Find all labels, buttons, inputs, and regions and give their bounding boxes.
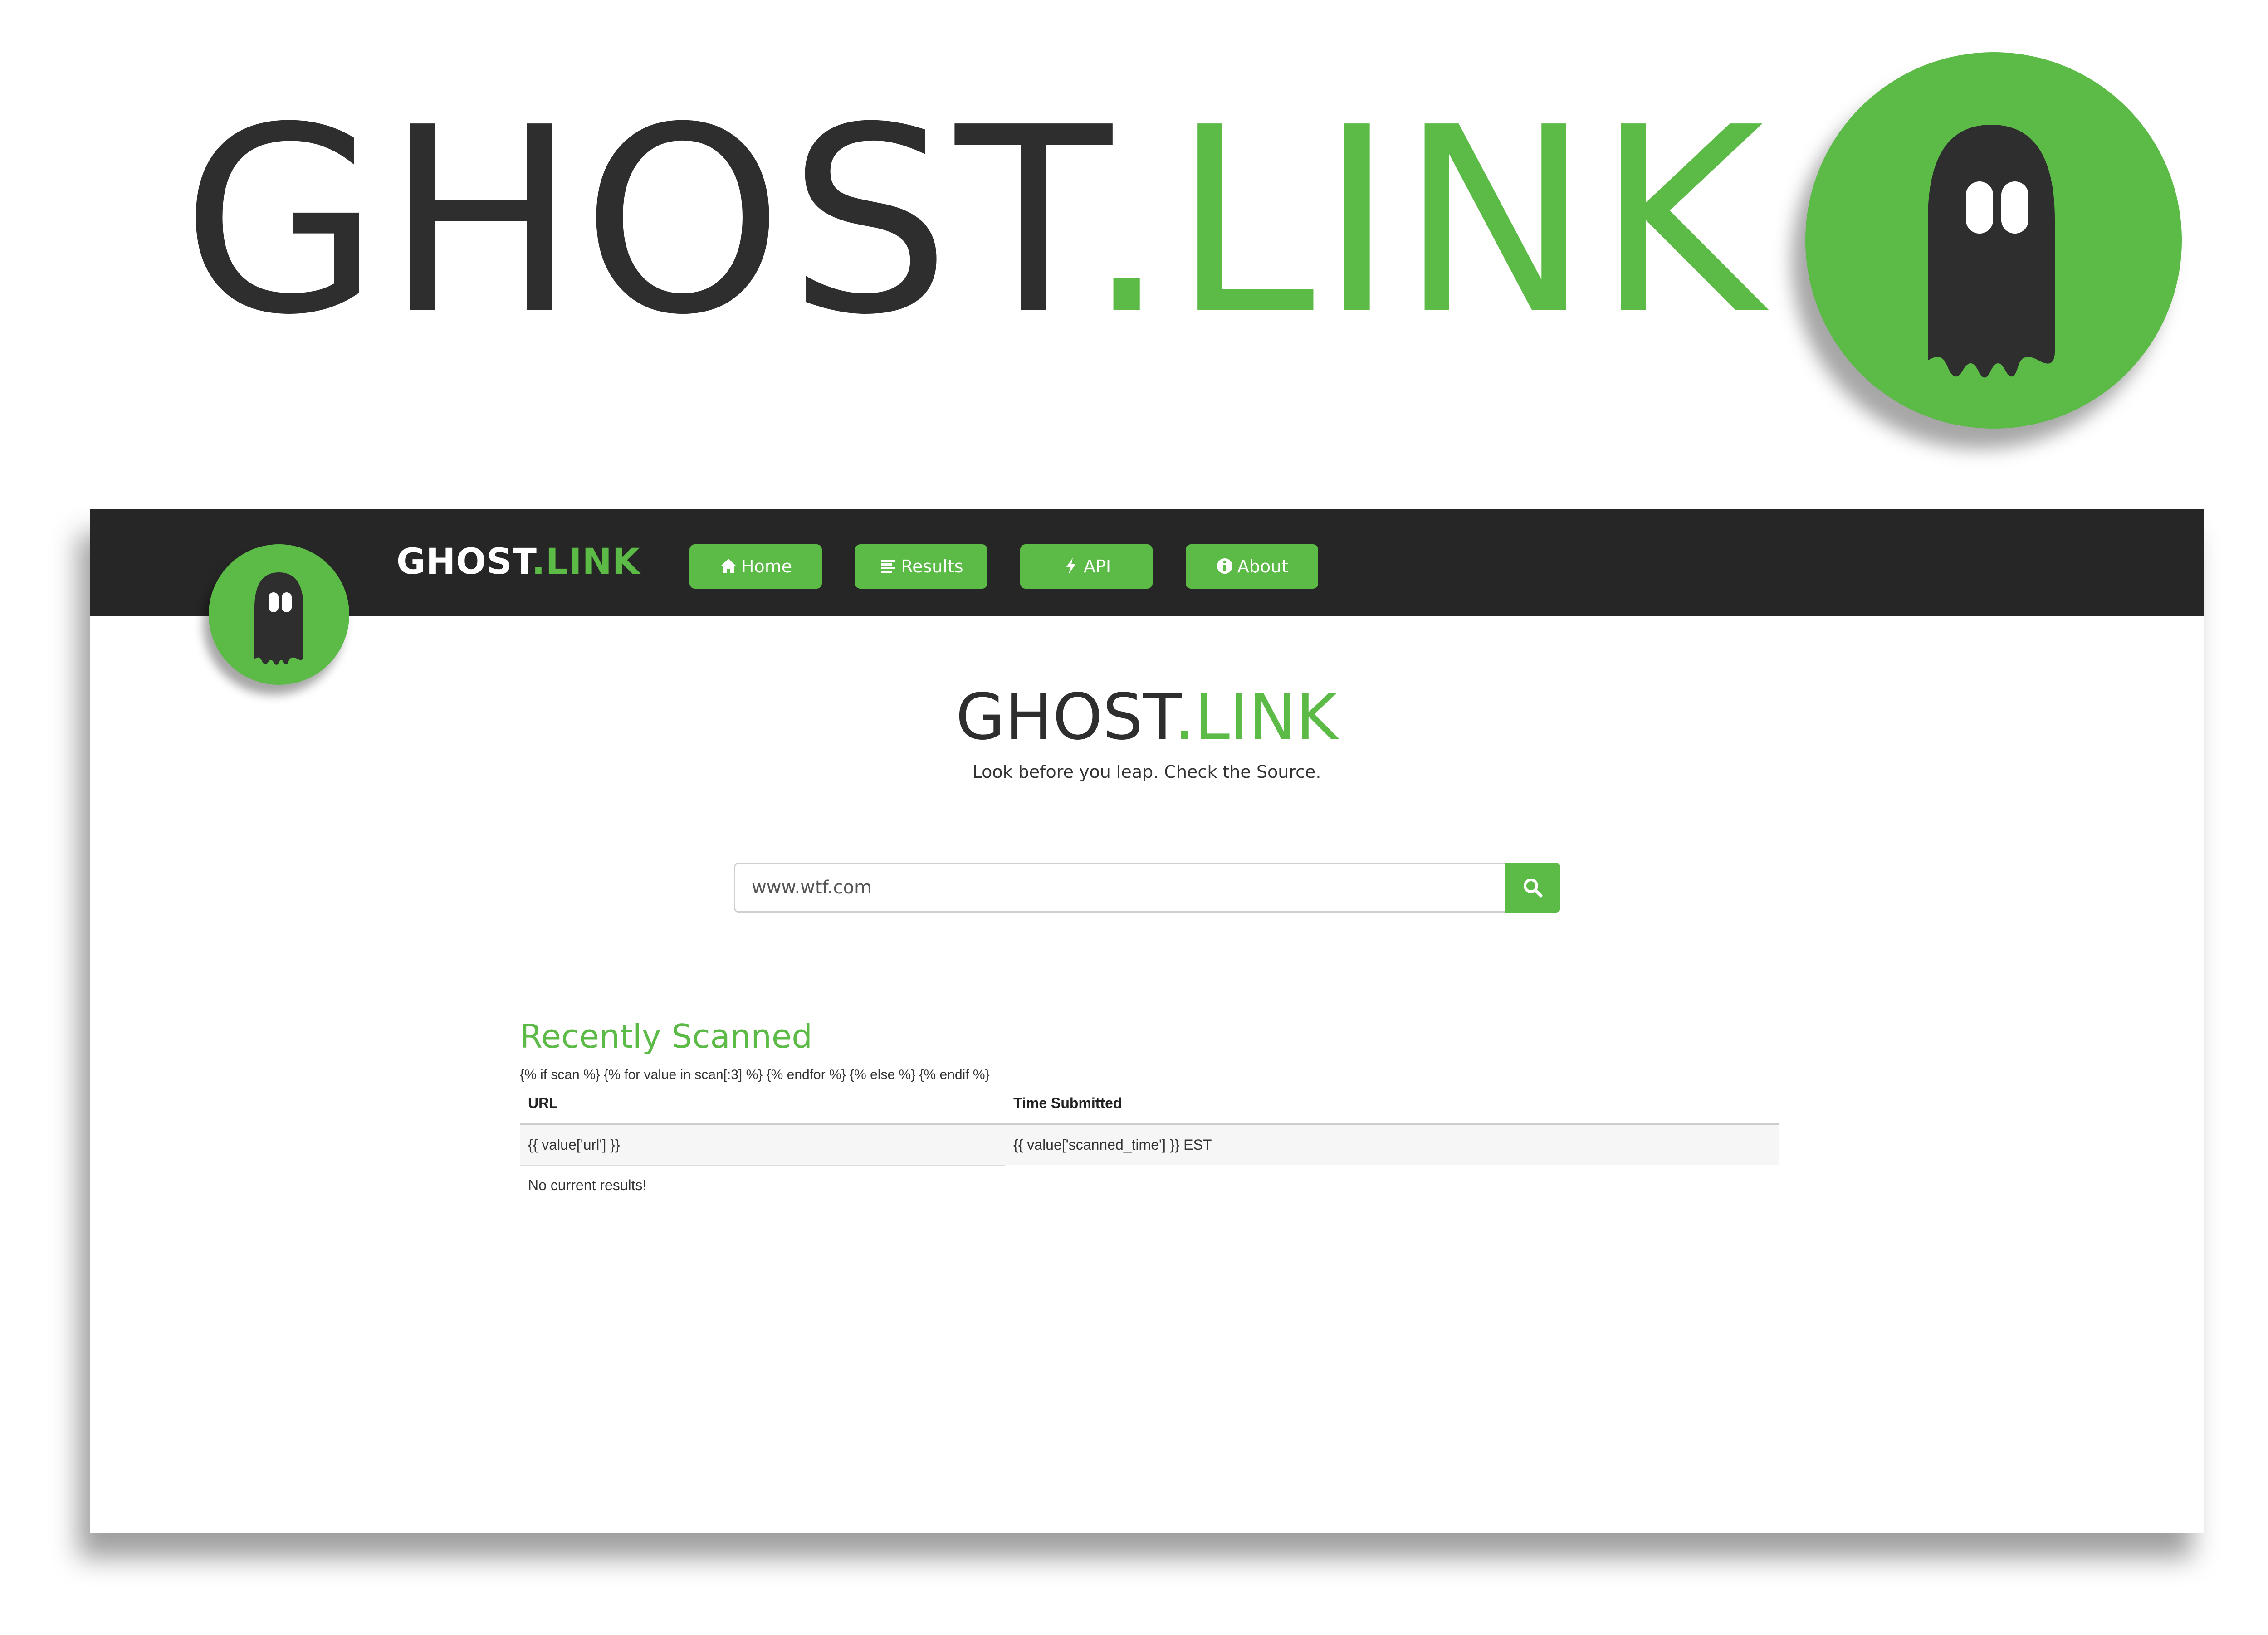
page-title: GHOST.LINK	[90, 681, 2204, 754]
page-title-dark: GHOST	[955, 680, 1174, 754]
hero-wordmark: GHOST.LINK	[181, 86, 1768, 358]
navbar-brand-dark: GHOST	[396, 542, 532, 582]
column-header-url: URL	[528, 1095, 558, 1111]
column-header-time: Time Submitted	[1013, 1095, 1122, 1111]
nav-results-label: Results	[901, 556, 963, 576]
list-icon	[879, 557, 897, 575]
template-code-line: {% if scan %} {% for value in scan[:3] %…	[520, 1067, 990, 1082]
canvas: GHOST.LINK GHOST.LINK Home Results API A…	[0, 0, 2268, 1635]
bolt-icon	[1062, 557, 1080, 575]
table-cell-url: {{ value['url'] }}	[528, 1137, 620, 1153]
ghost-icon	[254, 572, 303, 665]
search-icon	[1524, 879, 1543, 898]
search-bar	[734, 863, 1560, 913]
home-icon	[719, 557, 738, 575]
nav-home-label: Home	[741, 556, 792, 576]
nav-home-button[interactable]: Home	[689, 544, 822, 589]
nav-about-button[interactable]: About	[1186, 544, 1318, 589]
app-screenshot: GHOST.LINK Home Results API About GHOST.…	[90, 509, 2204, 1533]
page-title-green: .LINK	[1174, 680, 1338, 754]
nav-about-label: About	[1237, 556, 1289, 576]
hero-logo	[1805, 52, 2182, 429]
empty-results-message: No current results!	[528, 1177, 647, 1193]
nav-api-button[interactable]: API	[1020, 544, 1153, 589]
recently-scanned-heading: Recently Scanned	[520, 1017, 813, 1055]
hero-brand-dark: GHOST	[181, 73, 1086, 371]
nav-api-label: API	[1083, 556, 1111, 576]
tagline: Look before you leap. Check the Source.	[972, 762, 1321, 782]
nav-results-button[interactable]: Results	[855, 544, 987, 589]
navbar-logo[interactable]	[209, 544, 349, 685]
info-icon	[1216, 557, 1234, 575]
navbar-brand[interactable]: GHOST.LINK	[396, 537, 640, 587]
row-divider	[520, 1165, 1005, 1166]
hero-brand-green: .LINK	[1086, 73, 1769, 371]
ghost-icon	[1928, 125, 2055, 378]
search-input[interactable]	[734, 863, 1505, 913]
table-cell-time: {{ value['scanned_time'] }} EST	[1013, 1137, 1212, 1153]
search-button[interactable]	[1505, 863, 1560, 913]
navbar-brand-green: .LINK	[532, 542, 640, 582]
